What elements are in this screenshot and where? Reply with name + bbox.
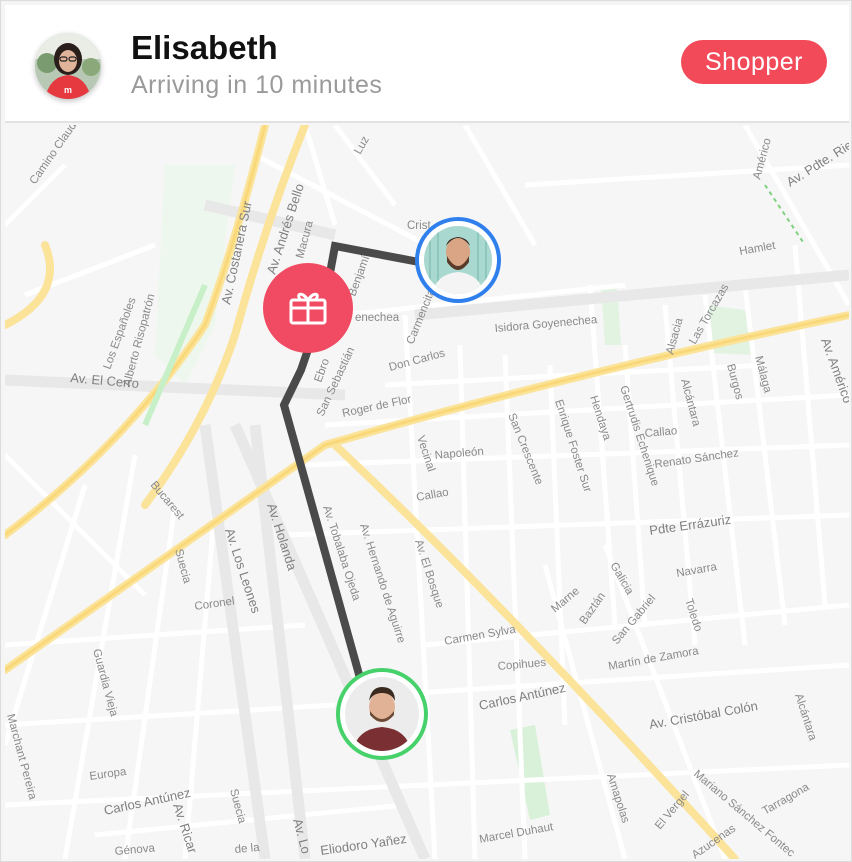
arrival-eta: Arriving in 10 minutes (131, 71, 383, 99)
park (510, 725, 550, 820)
customer-avatar (345, 677, 419, 751)
street-label: Roger de Flor (341, 394, 412, 420)
street-label: Bucarest (148, 479, 187, 522)
street-label: Carmen Sylva (443, 623, 517, 647)
shopper-location-marker[interactable] (415, 217, 501, 303)
street-label: San Gabriel (610, 593, 658, 647)
street-label: Navarra (675, 561, 718, 580)
street-label: Ebro (313, 357, 333, 384)
street-label: de la (234, 842, 260, 856)
street-label: Marcel Duhaut (478, 821, 555, 846)
customer-location-marker[interactable] (336, 668, 428, 760)
street-label: Don Carlos (388, 347, 447, 374)
svg-text:m: m (64, 85, 72, 95)
street-label: Alcántara (792, 692, 819, 742)
street-label: Av. Pdte. Ries (784, 134, 849, 190)
street-label: Tarragona (761, 781, 812, 818)
shopper-photo (424, 226, 492, 294)
route-map[interactable]: Camino Claudio Av. Costanera Sur Av. And… (5, 125, 849, 859)
driver-name: Elisabeth (131, 29, 278, 66)
pickup-marker[interactable] (263, 263, 353, 353)
street-label: Av. Hernando de Aguirre (357, 522, 407, 644)
major-roads-center (5, 125, 849, 672)
gift-icon (289, 292, 327, 325)
street-label: Av. Lo (290, 817, 314, 855)
street-label: Isidora Goyenechea (494, 314, 598, 335)
street-label: Pdte Errázuriz (648, 512, 732, 538)
street-label: Génova (114, 842, 156, 858)
delivery-tracking-card: m Elisabeth Arriving in 10 minutes Shopp… (0, 0, 852, 862)
customer-photo (345, 677, 419, 751)
street-label: enechea (355, 312, 400, 324)
street-label: Hendaya (587, 394, 613, 442)
street-label: Callao (644, 425, 678, 440)
street-label: Hamlet (738, 240, 777, 258)
street-label: Baztán (578, 591, 608, 627)
street-label: Copihues (497, 657, 547, 673)
street-label: Suecia (172, 548, 193, 586)
driver-photo: m (35, 33, 101, 99)
driver-header: m Elisabeth Arriving in 10 minutes Shopp… (5, 5, 849, 123)
street-label: Toledo (682, 597, 704, 633)
shopper-avatar (424, 226, 492, 294)
street-label: Callao (415, 486, 449, 503)
street-label: Eliodoro Yañez (319, 831, 407, 858)
driver-avatar[interactable]: m (35, 33, 101, 99)
street-label: Luz (352, 134, 372, 156)
role-badge[interactable]: Shopper (681, 40, 827, 84)
street-label: Europa (89, 766, 128, 783)
